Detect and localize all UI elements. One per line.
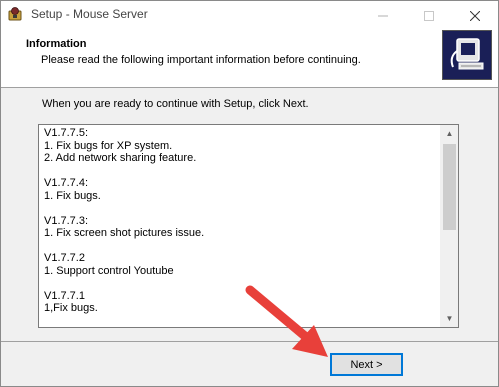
memo-scrollbar[interactable]: ▲ ▼ — [440, 125, 458, 327]
info-line: V1.7.7.4: — [44, 177, 89, 189]
footer-divider — [1, 341, 498, 342]
information-memo[interactable]: V1.7.7.5: 1. Fix bugs for XP system. 2. Ad… — [38, 124, 459, 328]
info-line: 1. Fix bugs for XP system. — [44, 139, 173, 152]
info-line: 1. Fix bugs. — [44, 189, 101, 202]
computer-icon — [450, 38, 484, 70]
info-line: V1.7.7.1 — [44, 289, 85, 302]
close-icon[interactable] — [452, 1, 498, 30]
info-line: 2. Add network sharing feature. — [44, 152, 197, 164]
info-line: 1. Support control Youtube — [44, 264, 174, 277]
info-line — [44, 277, 434, 290]
setup-window: Setup - Mouse Server Information Please … — [0, 0, 499, 387]
scroll-up-icon[interactable]: ▲ — [441, 125, 458, 142]
page-subtitle: Please read the following important info… — [41, 54, 361, 66]
info-line: 1. Fix screen shot pictures issue. — [44, 227, 205, 239]
window-title: Setup - Mouse Server — [31, 7, 148, 21]
info-line — [44, 240, 434, 253]
info-line: V1.7.7.3: — [44, 214, 89, 227]
wizard-image — [442, 30, 492, 80]
info-line: V1.7.7.2 — [44, 252, 85, 264]
scroll-down-icon[interactable]: ▼ — [441, 310, 458, 327]
maximize-icon[interactable] — [406, 1, 452, 30]
page-title: Information — [26, 38, 87, 50]
info-line — [44, 165, 434, 178]
scroll-thumb[interactable] — [443, 144, 456, 230]
title-bar[interactable]: Setup - Mouse Server — [1, 1, 498, 30]
wizard-header: Information Please read the following im… — [1, 30, 498, 88]
intro-text: When you are ready to continue with Setu… — [42, 98, 309, 110]
setup-app-icon — [8, 7, 22, 21]
info-line: V1.7.7.5: — [44, 127, 89, 139]
next-button[interactable]: Next > — [330, 353, 403, 376]
info-line: 1,Fix bugs. — [44, 302, 98, 314]
minimize-icon[interactable] — [360, 1, 406, 30]
information-text: V1.7.7.5: 1. Fix bugs for XP system. 2. Ad… — [44, 127, 434, 315]
info-line — [44, 202, 434, 215]
